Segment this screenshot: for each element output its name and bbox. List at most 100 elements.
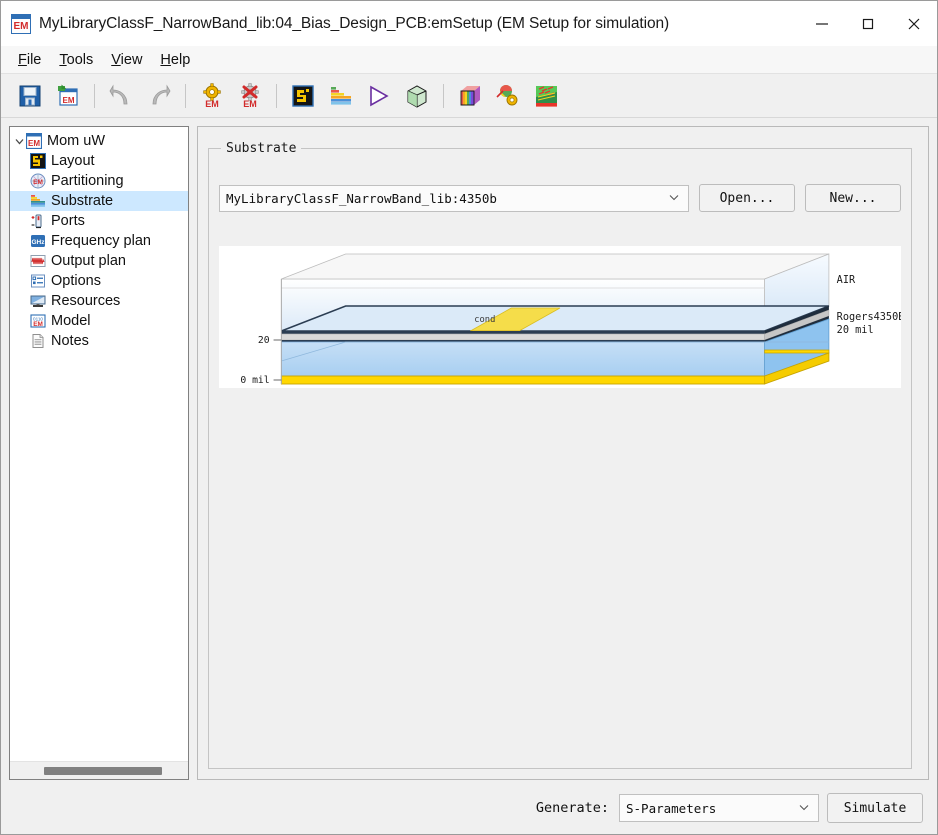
em-icon: EM (25, 132, 43, 150)
substrate-group-box: Substrate MyLibraryClassF_NarrowBand_lib… (208, 141, 912, 769)
em-remove-button[interactable]: EM (231, 79, 269, 113)
ground-plane-front (280, 375, 766, 385)
substrate-combo[interactable]: MyLibraryClassF_NarrowBand_lib:4350b (219, 184, 689, 212)
ports-icon (30, 213, 46, 229)
tree-item-label: Notes (51, 333, 89, 349)
em-remove-icon: EM (241, 82, 259, 109)
redo-button[interactable] (140, 79, 178, 113)
layout-icon (30, 153, 46, 169)
svg-text:EM: EM (28, 139, 40, 148)
interface-metal-band (281, 331, 765, 334)
substrate-stack-icon (30, 193, 46, 209)
air-layer-label: AIR (837, 274, 856, 286)
svg-text:EM: EM (33, 179, 43, 186)
em-model-gear-icon (496, 84, 518, 105)
scrollbar-thumb[interactable] (44, 766, 162, 775)
menu-view[interactable]: View (102, 49, 151, 71)
options-list-icon (30, 273, 46, 289)
axis-label-bottom: 0 mil (240, 375, 269, 386)
tree-item-label: Options (51, 273, 101, 289)
tree-item-model[interactable]: 0110 EM Model (10, 311, 188, 331)
model-em-icon: 0110 EM (30, 313, 46, 329)
maximize-button[interactable] (845, 1, 891, 46)
ground-plane-top-sliver (764, 349, 830, 354)
simulate-button[interactable]: Simulate (827, 793, 923, 823)
generate-combo-value: S-Parameters (626, 800, 717, 816)
substrate-icon (331, 86, 351, 105)
toolbar-separator (94, 83, 95, 108)
tree-item-label: Model (51, 313, 91, 329)
output-plan-icon (30, 253, 46, 269)
menu-file[interactable]: File (9, 49, 50, 71)
tree-item-label: Ports (51, 213, 85, 229)
substrate-button[interactable] (322, 79, 360, 113)
em-cosim-cube-button[interactable] (398, 79, 436, 113)
tree-item-resources[interactable]: Resources (10, 291, 188, 311)
undo-button[interactable] (102, 79, 140, 113)
svg-text:GHz: GHz (32, 239, 46, 246)
visualization-cube-button[interactable] (451, 79, 489, 113)
substrate-preview[interactable]: cond 20 0 mil AIR Rogers4350B 20 mil (219, 246, 901, 388)
layout-icon (292, 84, 314, 107)
save-icon (19, 85, 41, 106)
toolbar-separator (276, 83, 277, 108)
chevron-down-icon[interactable] (796, 801, 812, 816)
tree-item-ports[interactable]: Ports (10, 211, 188, 231)
tree-item-partitioning[interactable]: EM Partitioning (10, 171, 188, 191)
em-setup-button[interactable]: EM (193, 79, 231, 113)
new-button[interactable]: New... (805, 184, 901, 212)
current-density-button[interactable] (527, 79, 565, 113)
maximize-icon (862, 18, 874, 29)
tree-item-label: Resources (51, 293, 121, 309)
tree-item-layout[interactable]: Layout (10, 151, 188, 171)
menu-help[interactable]: Help (151, 49, 199, 71)
tree-item-notes[interactable]: Notes (10, 331, 188, 351)
substrate-preview-canvas: cond 20 0 mil AIR Rogers4350B 20 mil (240, 253, 901, 386)
simulate-play-button[interactable] (360, 79, 398, 113)
ghz-icon: GHz (30, 233, 46, 249)
setup-tree: EM Mom uW Layout EM Partitioning Substra… (10, 127, 188, 761)
save-em-setup-button[interactable]: EM (49, 79, 87, 113)
close-button[interactable] (891, 1, 937, 46)
setup-tree-pane: EM Mom uW Layout EM Partitioning Substra… (9, 126, 189, 780)
save-button[interactable] (11, 79, 49, 113)
tree-item-options[interactable]: Options (10, 271, 188, 291)
svg-text:EM: EM (205, 99, 219, 109)
toolbar-separator (443, 83, 444, 108)
chevron-down-icon[interactable] (666, 191, 682, 206)
menu-bar: File Tools View Help (1, 46, 937, 74)
save-em-setup-icon: EM (58, 84, 78, 106)
toolbar: EM EM EM (1, 74, 937, 118)
substrate-group-title: Substrate (226, 141, 297, 156)
menu-tools[interactable]: Tools (50, 49, 102, 71)
current-density-icon (536, 85, 557, 107)
tree-item-frequency-plan[interactable]: GHz Frequency plan (10, 231, 188, 251)
svg-text:EM: EM (243, 99, 257, 109)
window-title: MyLibraryClassF_NarrowBand_lib:04_Bias_D… (39, 14, 670, 32)
tree-item-label: Output plan (51, 253, 126, 269)
em-app-icon: EM (11, 13, 31, 34)
em-setup-icon: EM (203, 82, 221, 109)
chevron-down-icon[interactable] (12, 134, 26, 148)
tree-item-output-plan[interactable]: Output plan (10, 251, 188, 271)
open-button[interactable]: Open... (699, 184, 795, 212)
tree-horizontal-scrollbar[interactable] (10, 761, 188, 779)
substrate-selection-row: MyLibraryClassF_NarrowBand_lib:4350b Ope… (219, 184, 901, 212)
tree-item-mom-uw[interactable]: EM Mom uW (10, 131, 188, 151)
toolbar-separator (185, 83, 186, 108)
panel-filler (219, 388, 901, 758)
generate-combo[interactable]: S-Parameters (619, 794, 819, 822)
dielectric-thickness-label: 20 mil (837, 324, 874, 336)
axis-label-top: 20 (258, 335, 270, 346)
tree-item-label: Substrate (51, 193, 114, 209)
tree-item-label: Mom uW (47, 133, 105, 149)
layout-button[interactable] (284, 79, 322, 113)
notes-page-icon (30, 333, 46, 349)
minimize-button[interactable] (799, 1, 845, 46)
resources-monitor-icon (30, 293, 46, 309)
generate-label: Generate: (535, 800, 609, 816)
footer-bar: Generate: S-Parameters Simulate (1, 788, 937, 834)
tree-item-substrate[interactable]: Substrate (10, 191, 188, 211)
em-model-gear-button[interactable] (489, 79, 527, 113)
em-cosim-cube-icon (407, 84, 427, 108)
